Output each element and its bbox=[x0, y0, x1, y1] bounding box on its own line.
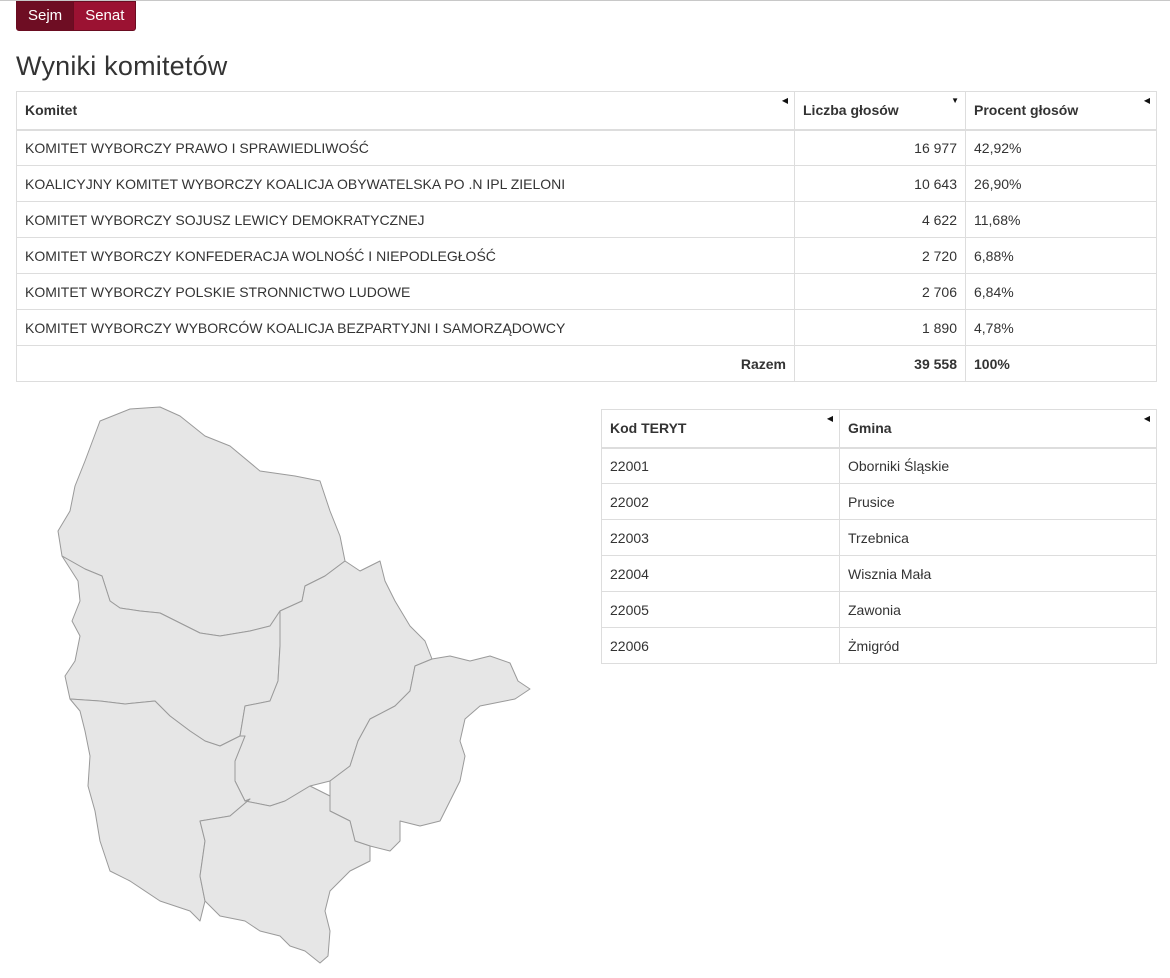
total-vote-percent: 100% bbox=[965, 345, 1157, 382]
committee-name: KOMITET WYBORCZY POLSKIE STRONNICTWO LUD… bbox=[16, 273, 795, 310]
sort-left-icon: ◀ bbox=[826, 414, 833, 423]
column-header-label: Gmina bbox=[848, 420, 892, 437]
vote-percent: 6,84% bbox=[965, 273, 1157, 310]
committee-name: KOMITET WYBORCZY KONFEDERACJA WOLNOŚĆ I … bbox=[16, 237, 795, 274]
table-row: KOMITET WYBORCZY PRAWO I SPRAWIEDLIWOŚĆ … bbox=[16, 129, 1157, 166]
gmina-name: Oborniki Śląskie bbox=[839, 447, 1157, 484]
table-row[interactable]: 22005 Zawonia bbox=[601, 591, 1157, 628]
teryt-code: 22006 bbox=[601, 627, 840, 664]
table-row[interactable]: 22002 Prusice bbox=[601, 483, 1157, 520]
total-label: Razem bbox=[16, 345, 795, 382]
column-header-label: Komitet bbox=[25, 102, 78, 119]
sort-left-icon: ◀ bbox=[781, 96, 788, 105]
table-row: KOMITET WYBORCZY WYBORCÓW KOALICJA BEZPA… bbox=[16, 309, 1157, 346]
teryt-code: 22002 bbox=[601, 483, 840, 520]
vote-percent: 42,92% bbox=[965, 129, 1157, 166]
vote-count: 2 706 bbox=[794, 273, 966, 310]
sort-left-icon: ◀ bbox=[1143, 414, 1150, 423]
teryt-code: 22005 bbox=[601, 591, 840, 628]
tab-senat[interactable]: Senat bbox=[74, 1, 137, 31]
column-header-label: Liczba głosów bbox=[803, 102, 899, 119]
teryt-code: 22003 bbox=[601, 519, 840, 556]
tab-sejm[interactable]: Sejm bbox=[16, 1, 75, 31]
column-header-komitet[interactable]: Komitet ◀ bbox=[16, 91, 795, 131]
column-header-kod-teryt[interactable]: Kod TERYT ◀ bbox=[601, 409, 840, 449]
teryt-code: 22004 bbox=[601, 555, 840, 592]
vote-percent: 6,88% bbox=[965, 237, 1157, 274]
page-title: Wyniki komitetów bbox=[16, 51, 228, 81]
sort-left-icon: ◀ bbox=[1143, 96, 1150, 105]
district-map bbox=[57, 406, 531, 964]
table-row[interactable]: 22006 Żmigród bbox=[601, 627, 1157, 664]
committee-name: KOMITET WYBORCZY WYBORCÓW KOALICJA BEZPA… bbox=[16, 309, 795, 346]
gmina-name: Żmigród bbox=[839, 627, 1157, 664]
column-header-gmina[interactable]: Gmina ◀ bbox=[839, 409, 1157, 449]
committee-name: KOALICYJNY KOMITET WYBORCZY KOALICJA OBY… bbox=[16, 165, 795, 202]
table-header-row: Komitet ◀ Liczba głosów ▼ Procent głosów… bbox=[16, 91, 1157, 131]
gminy-table: Kod TERYT ◀ Gmina ◀ 22001 Oborniki Śląsk… bbox=[601, 409, 1157, 664]
table-row[interactable]: 22004 Wisznia Mała bbox=[601, 555, 1157, 592]
vote-count: 4 622 bbox=[794, 201, 966, 238]
table-row: KOMITET WYBORCZY SOJUSZ LEWICY DEMOKRATY… bbox=[16, 201, 1157, 238]
gmina-name: Trzebnica bbox=[839, 519, 1157, 556]
committee-results-table: Komitet ◀ Liczba głosów ▼ Procent głosów… bbox=[16, 91, 1157, 382]
vote-count: 1 890 bbox=[794, 309, 966, 346]
gmina-name: Wisznia Mała bbox=[839, 555, 1157, 592]
committee-name: KOMITET WYBORCZY SOJUSZ LEWICY DEMOKRATY… bbox=[16, 201, 795, 238]
table-row: KOMITET WYBORCZY KONFEDERACJA WOLNOŚĆ I … bbox=[16, 237, 1157, 274]
table-header-row: Kod TERYT ◀ Gmina ◀ bbox=[601, 409, 1157, 449]
table-row[interactable]: 22001 Oborniki Śląskie bbox=[601, 447, 1157, 484]
table-row[interactable]: 22003 Trzebnica bbox=[601, 519, 1157, 556]
vote-count: 10 643 bbox=[794, 165, 966, 202]
total-vote-count: 39 558 bbox=[794, 345, 966, 382]
column-header-label: Kod TERYT bbox=[610, 420, 687, 437]
table-row: KOALICYJNY KOMITET WYBORCZY KOALICJA OBY… bbox=[16, 165, 1157, 202]
teryt-code: 22001 bbox=[601, 447, 840, 484]
vote-percent: 4,78% bbox=[965, 309, 1157, 346]
gmina-name: Prusice bbox=[839, 483, 1157, 520]
column-header-procent-glosow[interactable]: Procent głosów ◀ bbox=[965, 91, 1157, 131]
vote-count: 2 720 bbox=[794, 237, 966, 274]
chamber-tabs: Sejm Senat bbox=[16, 1, 137, 31]
column-header-liczba-glosow[interactable]: Liczba głosów ▼ bbox=[794, 91, 966, 131]
sort-down-icon: ▼ bbox=[951, 96, 959, 105]
vote-count: 16 977 bbox=[794, 129, 966, 166]
vote-percent: 26,90% bbox=[965, 165, 1157, 202]
column-header-label: Procent głosów bbox=[974, 102, 1079, 119]
committee-name: KOMITET WYBORCZY PRAWO I SPRAWIEDLIWOŚĆ bbox=[16, 129, 795, 166]
vote-percent: 11,68% bbox=[965, 201, 1157, 238]
gmina-name: Zawonia bbox=[839, 591, 1157, 628]
total-row: Razem 39 558 100% bbox=[16, 345, 1157, 382]
table-row: KOMITET WYBORCZY POLSKIE STRONNICTWO LUD… bbox=[16, 273, 1157, 310]
